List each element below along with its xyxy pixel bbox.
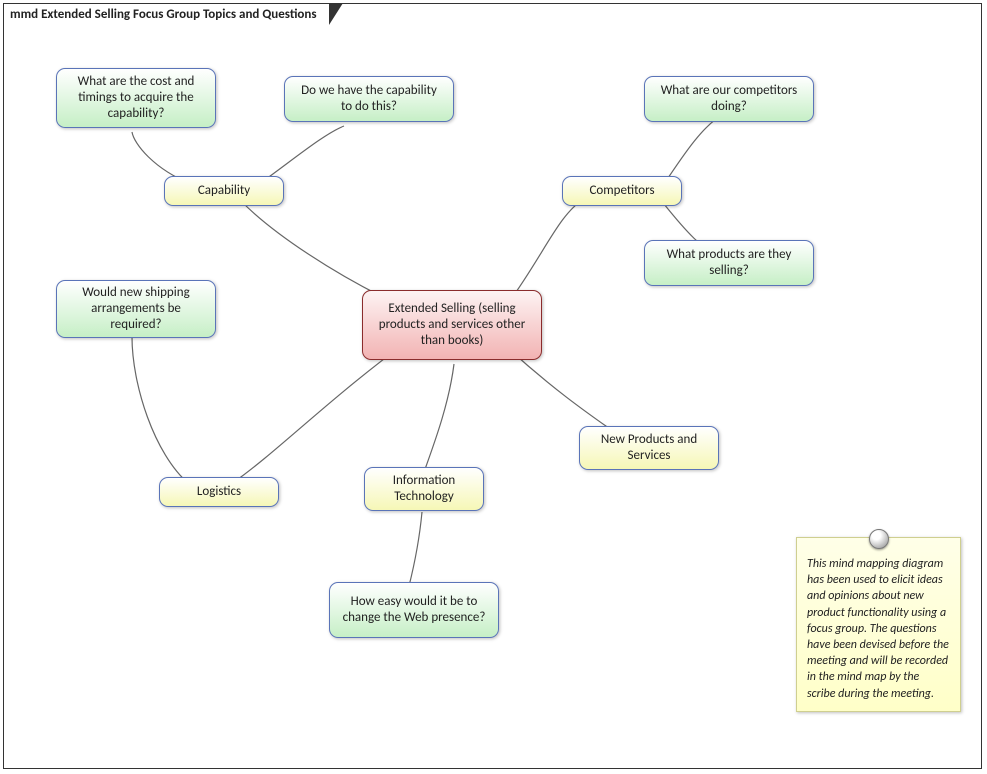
sticky-note[interactable]: This mind mapping diagram has been used … bbox=[796, 537, 961, 712]
topic-info-tech[interactable]: Information Technology bbox=[364, 467, 484, 511]
topic-logistics[interactable]: Logistics bbox=[159, 477, 279, 507]
topic-new-products-label: New Products and Services bbox=[590, 432, 708, 465]
topic-new-products[interactable]: New Products and Services bbox=[579, 426, 719, 470]
question-have-capability-label: Do we have the capability to do this? bbox=[295, 83, 443, 116]
question-shipping[interactable]: Would new shipping arrangements be requi… bbox=[56, 280, 216, 338]
sticky-note-text: This mind mapping diagram has been used … bbox=[807, 557, 949, 701]
question-competitors-products-label: What products are they selling? bbox=[655, 247, 803, 280]
question-cost-timing[interactable]: What are the cost and timings to acquire… bbox=[56, 68, 216, 128]
topic-logistics-label: Logistics bbox=[197, 484, 241, 500]
central-node[interactable]: Extended Selling (selling products and s… bbox=[362, 290, 542, 360]
diagram-frame: mmd Extended Selling Focus Group Topics … bbox=[3, 3, 982, 769]
question-have-capability[interactable]: Do we have the capability to do this? bbox=[284, 76, 454, 122]
question-shipping-label: Would new shipping arrangements be requi… bbox=[67, 285, 205, 334]
diagram-title: mmd Extended Selling Focus Group Topics … bbox=[10, 7, 317, 22]
central-node-label: Extended Selling (selling products and s… bbox=[373, 301, 531, 350]
question-competitors-products[interactable]: What products are they selling? bbox=[644, 240, 814, 286]
topic-capability[interactable]: Capability bbox=[164, 176, 284, 206]
question-competitors-doing[interactable]: What are our competitors doing? bbox=[644, 76, 814, 122]
topic-capability-label: Capability bbox=[198, 183, 250, 199]
topic-competitors-label: Competitors bbox=[589, 183, 654, 199]
question-web-presence[interactable]: How easy would it be to change the Web p… bbox=[329, 582, 499, 638]
question-cost-timing-label: What are the cost and timings to acquire… bbox=[67, 74, 205, 123]
topic-info-tech-label: Information Technology bbox=[375, 473, 473, 506]
topic-competitors[interactable]: Competitors bbox=[562, 176, 682, 206]
diagram-title-tab: mmd Extended Selling Focus Group Topics … bbox=[3, 3, 329, 25]
pin-icon bbox=[869, 529, 889, 549]
question-web-presence-label: How easy would it be to change the Web p… bbox=[340, 594, 488, 627]
question-competitors-doing-label: What are our competitors doing? bbox=[655, 83, 803, 116]
